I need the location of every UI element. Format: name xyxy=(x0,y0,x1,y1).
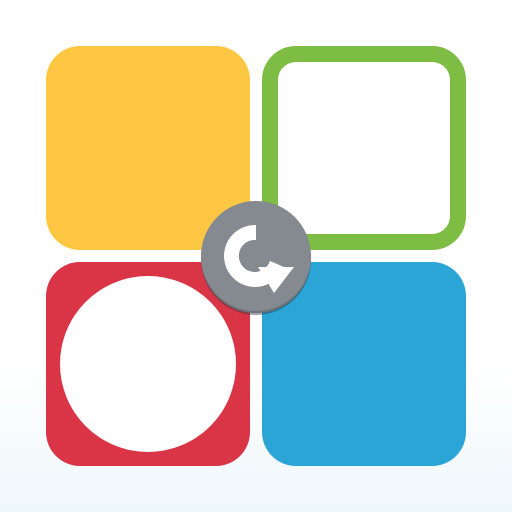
app-icon xyxy=(0,0,512,512)
refresh-button[interactable] xyxy=(201,201,311,311)
refresh-icon xyxy=(224,224,294,293)
